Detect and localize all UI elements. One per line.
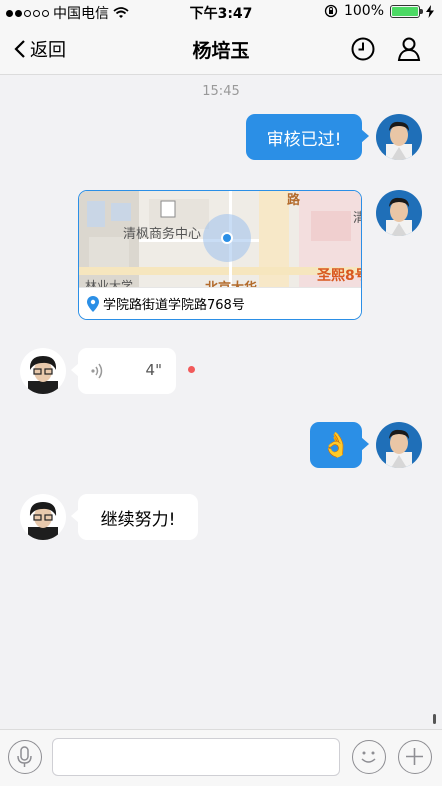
map-area-label-sheng: 圣熙8号 — [317, 268, 361, 284]
received-message-bubble[interactable]: 继续努力! — [71, 494, 198, 540]
location-message-card[interactable]: 清枫商务中心 路 清 北京大华 圣熙8号 林业大学 学院路街道学院路768号 — [78, 190, 362, 320]
battery-percent: 100% — [343, 3, 384, 19]
map-road-label: 路 — [287, 193, 301, 208]
back-label: 返回 — [30, 40, 66, 61]
smiley-icon — [361, 751, 376, 763]
ok-hand-emoji: 👌 — [321, 431, 351, 459]
map-address-text: 学院路街道学院路768号 — [103, 298, 245, 313]
my-avatar[interactable] — [376, 422, 422, 468]
my-avatar[interactable] — [376, 190, 422, 236]
voice-duration: 4" — [145, 361, 162, 379]
unread-dot — [188, 366, 195, 373]
message-text: 审核已过! — [266, 129, 342, 150]
message-timestamp: 15:45 — [202, 84, 240, 99]
contact-avatar[interactable] — [20, 494, 66, 540]
plus-icon — [406, 748, 423, 765]
voice-wave-icon — [91, 363, 103, 379]
navigation-bar: 返回 杨培玉 — [0, 24, 442, 75]
contact-avatar[interactable] — [20, 348, 66, 394]
input-bar — [0, 729, 442, 786]
location-pin-icon — [87, 295, 99, 312]
map-area-label-qing: 清 — [353, 207, 361, 226]
message-text: 继续努力! — [100, 509, 176, 530]
chevron-left-icon — [14, 40, 25, 58]
status-bar: 中国电信 下午3:47 100% — [0, 0, 442, 24]
sent-emoji-bubble[interactable]: 👌 — [310, 422, 369, 468]
sent-message-bubble[interactable]: 审核已过! — [246, 114, 369, 160]
more-button[interactable] — [398, 740, 432, 774]
scrollbar[interactable] — [433, 714, 436, 724]
voice-message-bubble[interactable]: 4" — [71, 348, 176, 394]
clock-history-icon[interactable] — [350, 36, 376, 62]
rotation-lock-icon — [324, 4, 338, 18]
map-poi-label: 清枫商务中心 — [123, 227, 202, 242]
map-address-row: 学院路街道学院路768号 — [79, 287, 361, 319]
microphone-icon — [17, 746, 32, 767]
profile-icon[interactable] — [396, 36, 422, 62]
voice-input-button[interactable] — [8, 740, 42, 774]
emoji-button[interactable] — [352, 740, 386, 774]
back-button[interactable]: 返回 — [14, 36, 66, 62]
charging-icon — [426, 4, 434, 18]
message-input[interactable] — [52, 738, 340, 776]
my-avatar[interactable] — [376, 114, 422, 160]
battery-icon — [390, 4, 423, 18]
